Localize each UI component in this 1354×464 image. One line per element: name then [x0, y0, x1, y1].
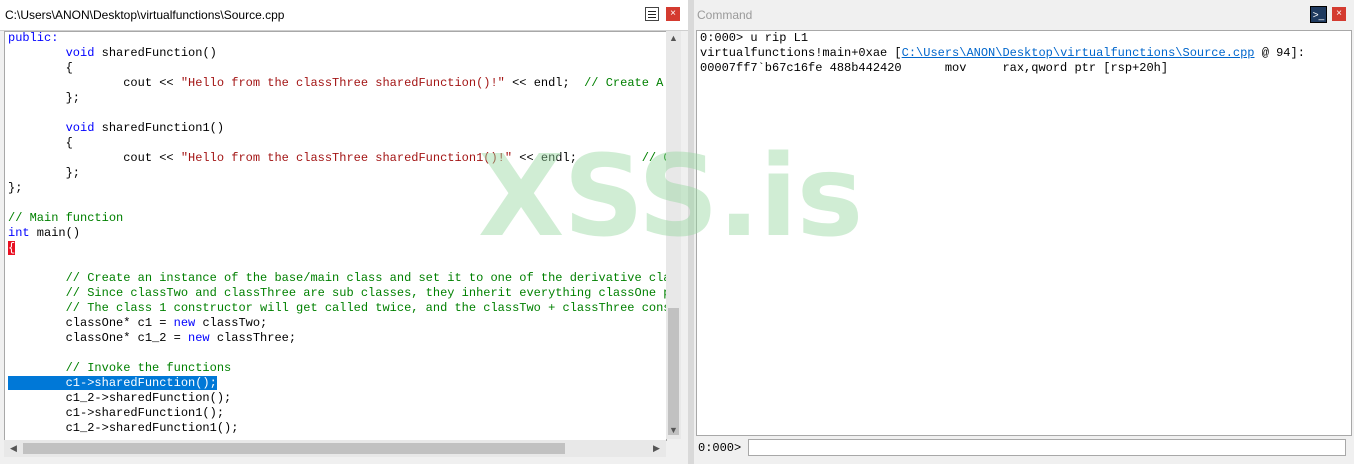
- code-line: // Since classTwo and classThree are sub…: [8, 286, 667, 301]
- code-token: // Create A DI: [584, 76, 664, 90]
- code-token: };: [8, 91, 81, 105]
- code-token: int: [8, 226, 30, 240]
- code-token: classThree;: [209, 331, 297, 345]
- source-window: C:\Users\ANON\Desktop\virtualfunctions\S…: [0, 0, 688, 464]
- code-line: public:: [8, 31, 59, 46]
- output-line: 0:000> u rip L1: [700, 31, 809, 45]
- output-line: 00007ff7`b67c16fe 488b442420 mov rax,qwo…: [700, 61, 1169, 75]
- scroll-left-icon[interactable]: ◀: [6, 443, 21, 454]
- code-line: {: [8, 136, 73, 151]
- code-line: cout << "Hello from the classThree share…: [8, 76, 666, 91]
- code-token: "Hello from the classThree sharedFunctio…: [180, 151, 513, 165]
- source-title-bar: C:\Users\ANON\Desktop\virtualfunctions\S…: [0, 0, 688, 31]
- code-token: void: [65, 46, 95, 60]
- code-token: {: [8, 61, 73, 75]
- horizontal-scroll-thumb[interactable]: [23, 443, 565, 454]
- close-icon[interactable]: ×: [666, 7, 680, 21]
- code-token: sharedFunction(): [94, 46, 217, 60]
- code-line: {: [8, 241, 16, 256]
- code-token: c1->sharedFunction1();: [8, 406, 225, 420]
- code-line: classOne* c1_2 = new classThree;: [8, 331, 296, 346]
- code-token: classTwo;: [195, 316, 268, 330]
- command-prompt: 0:000>: [698, 441, 742, 455]
- code-token: classOne* c1 =: [8, 316, 174, 330]
- code-token: public:: [8, 31, 59, 45]
- command-input-row: 0:000>: [696, 438, 1350, 458]
- code-line: // Invoke the functions: [8, 361, 232, 376]
- output-text: @ 94]:: [1254, 46, 1305, 60]
- code-line: c1_2->sharedFunction1();: [8, 421, 239, 436]
- code-token: {: [8, 136, 73, 150]
- code-line: cout << "Hello from the classThree share…: [8, 151, 666, 166]
- code-line: // Main function: [8, 211, 123, 226]
- close-icon[interactable]: ×: [1332, 7, 1346, 21]
- document-icon[interactable]: [645, 7, 659, 21]
- code-line: };: [8, 181, 22, 196]
- vertical-scrollbar[interactable]: ▲ ▼: [666, 31, 681, 439]
- code-line: void sharedFunction(): [8, 46, 217, 61]
- source-file-link[interactable]: C:\Users\ANON\Desktop\virtualfunctions\S…: [902, 46, 1255, 60]
- code-line: // The class 1 constructor will get call…: [8, 301, 667, 316]
- code-token: };: [8, 166, 81, 180]
- code-token: // Since classTwo and classThree are sub…: [65, 286, 667, 300]
- command-title-bar: Command >_ ×: [694, 0, 1354, 30]
- code-token: // The class 1 constructor will get call…: [65, 301, 667, 315]
- command-window: Command >_ × 0:000> u rip L1 virtualfunc…: [694, 0, 1354, 464]
- vertical-scroll-thumb[interactable]: [668, 308, 679, 435]
- scroll-down-icon[interactable]: ▼: [666, 425, 681, 435]
- code-line: c1->sharedFunction1();: [8, 406, 224, 421]
- code-token: c1_2->sharedFunction();: [8, 391, 232, 405]
- output-text: virtualfunctions!main+0xae [: [700, 46, 902, 60]
- breakpoint-marker: {: [8, 241, 16, 255]
- code-editor[interactable]: public: void sharedFunction() { cout << …: [4, 31, 667, 441]
- code-token: main(): [29, 226, 81, 240]
- code-line: c1_2->sharedFunction();: [8, 391, 232, 406]
- output-line: virtualfunctions!main+0xae [C:\Users\ANO…: [700, 46, 1305, 61]
- command-title: Command: [697, 8, 753, 22]
- command-output: 0:000> u rip L1 virtualfunctions!main+0x…: [696, 30, 1352, 436]
- code-token: << endl;: [512, 151, 642, 165]
- code-line: // Create an instance of the base/main c…: [8, 271, 667, 286]
- code-token: c1_2->sharedFunction1();: [8, 421, 239, 435]
- code-token: void: [65, 121, 95, 135]
- code-token: new: [173, 316, 196, 330]
- code-line: };: [8, 91, 80, 106]
- source-file-path: C:\Users\ANON\Desktop\virtualfunctions\S…: [5, 8, 285, 22]
- terminal-icon[interactable]: >_: [1310, 6, 1327, 23]
- code-token: cout <<: [8, 151, 181, 165]
- code-line: {: [8, 61, 73, 76]
- code-token: // Invoke the functions: [65, 361, 232, 375]
- command-input[interactable]: [748, 439, 1346, 456]
- horizontal-scrollbar[interactable]: ◀ ▶: [4, 440, 666, 457]
- code-line: int main(): [8, 226, 80, 241]
- code-token: };: [8, 181, 23, 195]
- scroll-right-icon[interactable]: ▶: [649, 443, 664, 454]
- code-token: cout <<: [8, 76, 181, 90]
- code-token: new: [188, 331, 210, 345]
- code-token: "Hello from the classThree sharedFunctio…: [180, 76, 505, 90]
- code-token: // Cre: [641, 151, 666, 165]
- code-line: classOne* c1 = new classTwo;: [8, 316, 268, 331]
- code-token: // Main function: [8, 211, 124, 225]
- current-line-highlight: c1->sharedFunction();: [8, 376, 217, 390]
- code-line: c1->sharedFunction();: [8, 376, 217, 391]
- code-token: // Create an instance of the base/main c…: [65, 271, 667, 285]
- scroll-up-icon[interactable]: ▲: [666, 33, 681, 43]
- code-token: sharedFunction1(): [94, 121, 225, 135]
- code-token: classOne* c1_2 =: [8, 331, 189, 345]
- code-line: void sharedFunction1(): [8, 121, 224, 136]
- code-token: << endl;: [504, 76, 585, 90]
- code-line: };: [8, 166, 80, 181]
